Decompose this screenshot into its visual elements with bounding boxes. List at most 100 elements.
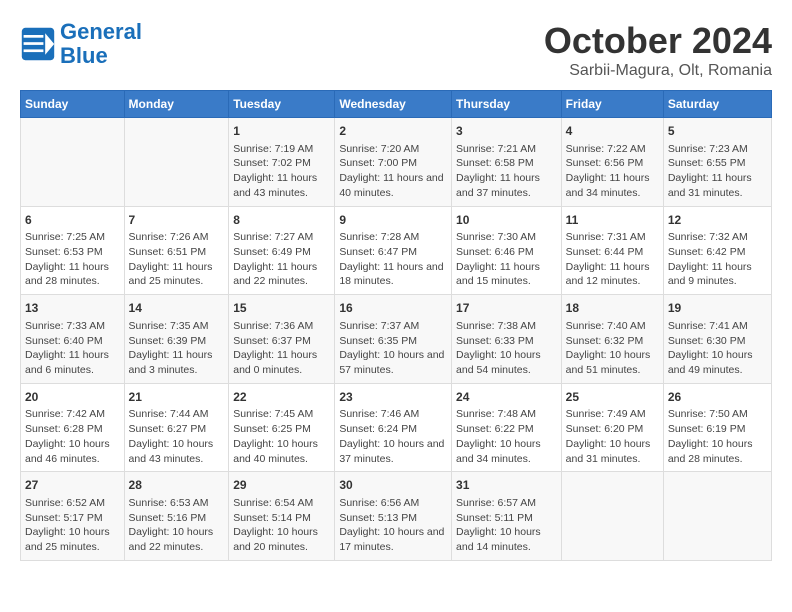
- day-content: Sunrise: 6:57 AM Sunset: 5:11 PM Dayligh…: [456, 496, 557, 555]
- day-content: Sunrise: 6:54 AM Sunset: 5:14 PM Dayligh…: [233, 496, 330, 555]
- day-number: 12: [668, 212, 767, 229]
- calendar-cell: 20Sunrise: 7:42 AM Sunset: 6:28 PM Dayli…: [21, 383, 125, 472]
- day-content: Sunrise: 7:46 AM Sunset: 6:24 PM Dayligh…: [339, 407, 447, 466]
- day-number: 9: [339, 212, 447, 229]
- day-content: Sunrise: 7:27 AM Sunset: 6:49 PM Dayligh…: [233, 230, 330, 289]
- day-number: 13: [25, 300, 120, 317]
- day-content: Sunrise: 7:26 AM Sunset: 6:51 PM Dayligh…: [129, 230, 225, 289]
- day-number: 31: [456, 477, 557, 494]
- calendar-cell: 22Sunrise: 7:45 AM Sunset: 6:25 PM Dayli…: [229, 383, 335, 472]
- day-content: Sunrise: 7:38 AM Sunset: 6:33 PM Dayligh…: [456, 319, 557, 378]
- day-number: 11: [566, 212, 659, 229]
- header-cell-wednesday: Wednesday: [335, 91, 452, 118]
- day-number: 22: [233, 389, 330, 406]
- day-content: Sunrise: 7:40 AM Sunset: 6:32 PM Dayligh…: [566, 319, 659, 378]
- calendar-cell: 10Sunrise: 7:30 AM Sunset: 6:46 PM Dayli…: [452, 206, 562, 295]
- calendar-table: SundayMondayTuesdayWednesdayThursdayFrid…: [20, 90, 772, 561]
- calendar-cell: 21Sunrise: 7:44 AM Sunset: 6:27 PM Dayli…: [124, 383, 229, 472]
- day-content: Sunrise: 7:28 AM Sunset: 6:47 PM Dayligh…: [339, 230, 447, 289]
- day-number: 10: [456, 212, 557, 229]
- calendar-cell: 4 Sunrise: 7:22 AM Sunset: 6:56 PM Daylig…: [561, 118, 663, 207]
- day-number: 5: [668, 123, 767, 140]
- day-number: 7: [129, 212, 225, 229]
- day-content: Sunrise: 7:31 AM Sunset: 6:44 PM Dayligh…: [566, 230, 659, 289]
- calendar-cell: 6Sunrise: 7:25 AM Sunset: 6:53 PM Daylig…: [21, 206, 125, 295]
- calendar-cell: 16Sunrise: 7:37 AM Sunset: 6:35 PM Dayli…: [335, 295, 452, 384]
- calendar-cell: [561, 472, 663, 561]
- day-content: Sunrise: 6:56 AM Sunset: 5:13 PM Dayligh…: [339, 496, 447, 555]
- calendar-cell: 17 Sunrise: 7:38 AM Sunset: 6:33 PM Dayli…: [452, 295, 562, 384]
- day-content: Sunrise: 7:33 AM Sunset: 6:40 PM Dayligh…: [25, 319, 120, 378]
- day-content: Sunrise: 7:21 AM Sunset: 6:58 PM Dayligh…: [456, 142, 557, 201]
- header-cell-sunday: Sunday: [21, 91, 125, 118]
- day-content: Sunrise: 7:36 AM Sunset: 6:37 PM Dayligh…: [233, 319, 330, 378]
- day-number: 3: [456, 123, 557, 140]
- day-number: 1: [233, 123, 330, 140]
- day-number: 4: [566, 123, 659, 140]
- week-row-4: 20Sunrise: 7:42 AM Sunset: 6:28 PM Dayli…: [21, 383, 772, 472]
- day-content: Sunrise: 7:50 AM Sunset: 6:19 PM Dayligh…: [668, 407, 767, 466]
- logo-line2: Blue: [60, 43, 108, 68]
- day-content: Sunrise: 7:22 AM Sunset: 6:56 PM Dayligh…: [566, 142, 659, 201]
- logo: General Blue: [20, 20, 142, 68]
- calendar-cell: [124, 118, 229, 207]
- calendar-cell: 29 Sunrise: 6:54 AM Sunset: 5:14 PM Dayli…: [229, 472, 335, 561]
- week-row-5: 27 Sunrise: 6:52 AM Sunset: 5:17 PM Dayli…: [21, 472, 772, 561]
- calendar-cell: 8Sunrise: 7:27 AM Sunset: 6:49 PM Daylig…: [229, 206, 335, 295]
- calendar-cell: 18 Sunrise: 7:40 AM Sunset: 6:32 PM Dayli…: [561, 295, 663, 384]
- day-content: Sunrise: 7:25 AM Sunset: 6:53 PM Dayligh…: [25, 230, 120, 289]
- day-number: 6: [25, 212, 120, 229]
- calendar-cell: 9Sunrise: 7:28 AM Sunset: 6:47 PM Daylig…: [335, 206, 452, 295]
- logo-icon: [20, 26, 56, 62]
- calendar-header: SundayMondayTuesdayWednesdayThursdayFrid…: [21, 91, 772, 118]
- calendar-cell: 27 Sunrise: 6:52 AM Sunset: 5:17 PM Dayli…: [21, 472, 125, 561]
- day-content: Sunrise: 6:52 AM Sunset: 5:17 PM Dayligh…: [25, 496, 120, 555]
- day-number: 20: [25, 389, 120, 406]
- header-row: SundayMondayTuesdayWednesdayThursdayFrid…: [21, 91, 772, 118]
- day-number: 19: [668, 300, 767, 317]
- page-header: General Blue October 2024 Sarbii-Magura,…: [20, 20, 772, 80]
- day-number: 28: [129, 477, 225, 494]
- calendar-cell: 24Sunrise: 7:48 AM Sunset: 6:22 PM Dayli…: [452, 383, 562, 472]
- week-row-2: 6Sunrise: 7:25 AM Sunset: 6:53 PM Daylig…: [21, 206, 772, 295]
- day-number: 29: [233, 477, 330, 494]
- calendar-cell: 13 Sunrise: 7:33 AM Sunset: 6:40 PM Dayli…: [21, 295, 125, 384]
- day-content: Sunrise: 7:42 AM Sunset: 6:28 PM Dayligh…: [25, 407, 120, 466]
- calendar-cell: 25Sunrise: 7:49 AM Sunset: 6:20 PM Dayli…: [561, 383, 663, 472]
- day-number: 25: [566, 389, 659, 406]
- header-cell-saturday: Saturday: [663, 91, 771, 118]
- day-number: 18: [566, 300, 659, 317]
- day-content: Sunrise: 7:45 AM Sunset: 6:25 PM Dayligh…: [233, 407, 330, 466]
- logo-line1: General: [60, 19, 142, 44]
- day-content: Sunrise: 7:30 AM Sunset: 6:46 PM Dayligh…: [456, 230, 557, 289]
- calendar-cell: [21, 118, 125, 207]
- day-content: Sunrise: 7:20 AM Sunset: 7:00 PM Dayligh…: [339, 142, 447, 201]
- day-number: 27: [25, 477, 120, 494]
- day-number: 16: [339, 300, 447, 317]
- calendar-cell: 28Sunrise: 6:53 AM Sunset: 5:16 PM Dayli…: [124, 472, 229, 561]
- calendar-cell: 7Sunrise: 7:26 AM Sunset: 6:51 PM Daylig…: [124, 206, 229, 295]
- calendar-cell: 12Sunrise: 7:32 AM Sunset: 6:42 PM Dayli…: [663, 206, 771, 295]
- day-number: 26: [668, 389, 767, 406]
- calendar-cell: 30Sunrise: 6:56 AM Sunset: 5:13 PM Dayli…: [335, 472, 452, 561]
- day-number: 17: [456, 300, 557, 317]
- location-title: Sarbii-Magura, Olt, Romania: [544, 62, 772, 80]
- day-content: Sunrise: 7:19 AM Sunset: 7:02 PM Dayligh…: [233, 142, 330, 201]
- calendar-cell: 1 Sunrise: 7:19 AM Sunset: 7:02 PM Daylig…: [229, 118, 335, 207]
- title-block: October 2024 Sarbii-Magura, Olt, Romania: [544, 20, 772, 80]
- day-content: Sunrise: 7:48 AM Sunset: 6:22 PM Dayligh…: [456, 407, 557, 466]
- week-row-3: 13 Sunrise: 7:33 AM Sunset: 6:40 PM Dayli…: [21, 295, 772, 384]
- day-content: Sunrise: 7:49 AM Sunset: 6:20 PM Dayligh…: [566, 407, 659, 466]
- month-title: October 2024: [544, 20, 772, 62]
- day-content: Sunrise: 7:23 AM Sunset: 6:55 PM Dayligh…: [668, 142, 767, 201]
- day-number: 21: [129, 389, 225, 406]
- header-cell-tuesday: Tuesday: [229, 91, 335, 118]
- day-number: 23: [339, 389, 447, 406]
- calendar-cell: 31 Sunrise: 6:57 AM Sunset: 5:11 PM Dayli…: [452, 472, 562, 561]
- day-content: Sunrise: 7:32 AM Sunset: 6:42 PM Dayligh…: [668, 230, 767, 289]
- day-number: 24: [456, 389, 557, 406]
- header-cell-thursday: Thursday: [452, 91, 562, 118]
- calendar-cell: 26Sunrise: 7:50 AM Sunset: 6:19 PM Dayli…: [663, 383, 771, 472]
- calendar-cell: 5 Sunrise: 7:23 AM Sunset: 6:55 PM Daylig…: [663, 118, 771, 207]
- calendar-cell: 15Sunrise: 7:36 AM Sunset: 6:37 PM Dayli…: [229, 295, 335, 384]
